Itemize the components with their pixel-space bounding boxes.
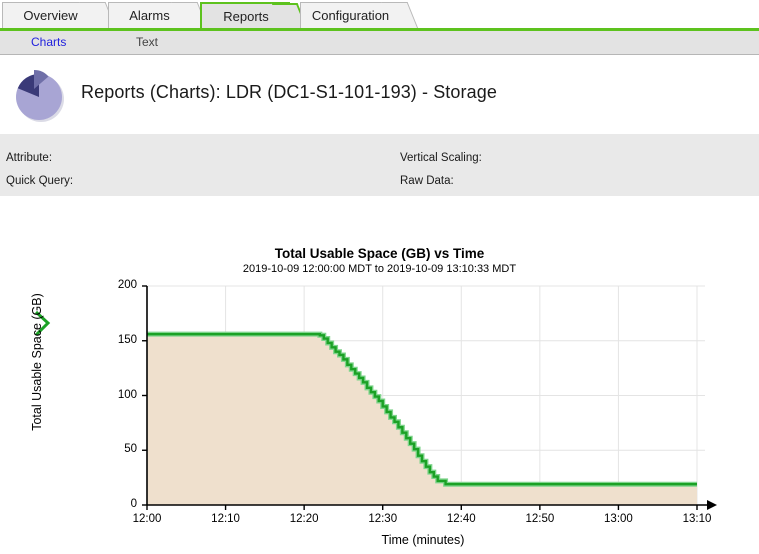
chart-x-tick-label: 12:40: [446, 513, 476, 525]
page-root: Overview Alarms Reports Configuration Ch…: [0, 0, 759, 554]
chart-y-tick-label: 0: [130, 498, 137, 510]
quick-query-label: Quick Query:: [6, 175, 74, 187]
chart-x-tick-label: 12:10: [211, 513, 240, 525]
chart-y-tick-label: 150: [117, 333, 137, 346]
chart-x-axis-arrow: [707, 500, 717, 510]
chart-x-tick-label: 12:20: [289, 513, 319, 525]
tab-configuration[interactable]: Configuration: [300, 2, 419, 29]
subnav-item-charts[interactable]: Charts: [31, 35, 66, 49]
chart-x-axis-label: Time (minutes): [381, 533, 465, 547]
chart-y-tick-label: 200: [117, 279, 137, 291]
tab-overview[interactable]: Overview: [2, 2, 117, 29]
chart-y-tick-label: 100: [117, 388, 137, 401]
page-title: Reports (Charts): LDR (DC1-S1-101-193) -…: [81, 82, 497, 102]
main-tab-bar: Overview Alarms Reports Configuration: [0, 0, 759, 31]
chart-x-tick-label: 12:50: [525, 513, 555, 525]
chart-subtitle: 2019-10-09 12:00:00 MDT to 2019-10-09 13…: [242, 263, 517, 275]
sub-nav-bar: Charts Text: [0, 31, 759, 55]
tab-reports-label: Reports: [223, 8, 269, 24]
chart-y-axis-label: Total Usable Space (GB): [30, 293, 44, 431]
page-header: Reports (Charts): LDR (DC1-S1-101-193) -…: [0, 55, 759, 186]
chart-x-tick-label: 12:30: [368, 513, 398, 525]
raw-data-label: Raw Data:: [400, 175, 454, 187]
subnav-item-text[interactable]: Text: [136, 35, 158, 49]
chart-x-tick-label: 12:00: [132, 513, 162, 525]
chart-y-tick-label: 50: [124, 443, 137, 456]
chart-title: Total Usable Space (GB) vs Time: [274, 246, 485, 261]
pie-chart-icon: [16, 69, 64, 122]
tab-reports[interactable]: Reports: [200, 2, 309, 30]
tab-alarms[interactable]: Alarms: [108, 2, 209, 29]
chart-x-tick-label: 13:10: [682, 513, 712, 525]
tab-alarms-label: Alarms: [129, 8, 170, 23]
tab-overview-label: Overview: [23, 8, 78, 23]
vertical-scaling-label: Vertical Scaling:: [400, 152, 482, 164]
attribute-label: Attribute:: [6, 152, 53, 164]
query-panel: Attribute: Quick Query: Vertical Scaling…: [0, 133, 759, 327]
chart-x-tick-label: 13:00: [604, 513, 633, 525]
tab-configuration-label: Configuration: [311, 8, 390, 23]
chart-area-fill: [147, 334, 697, 505]
